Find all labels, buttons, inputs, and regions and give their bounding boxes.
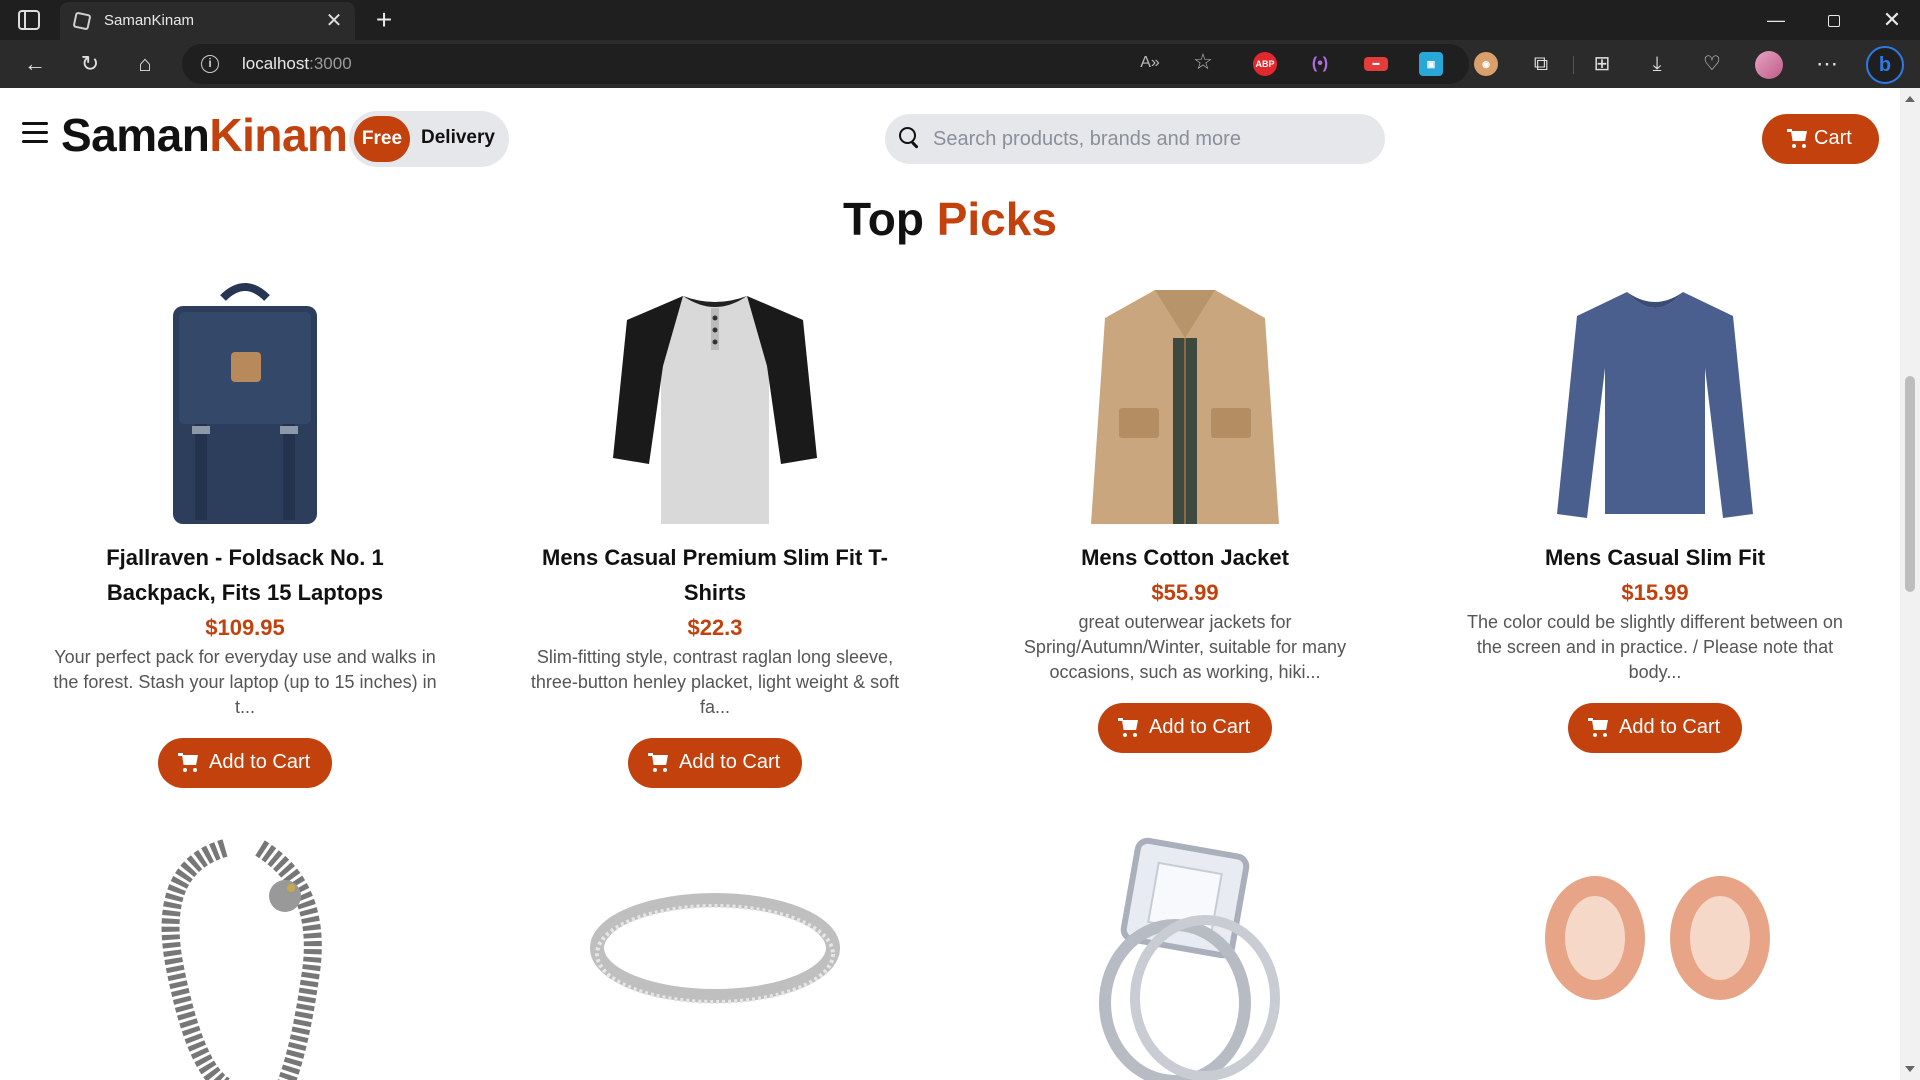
bracelet-image[interactable] [95, 828, 395, 1080]
product-title[interactable]: Mens Casual Premium Slim Fit T-Shirts [505, 540, 925, 610]
adblock-extension-icon[interactable]: ABP [1253, 52, 1277, 76]
cart-icon [1118, 718, 1140, 738]
scroll-down-arrow-icon[interactable] [1905, 1066, 1915, 1072]
browser-toolbar: ← ↻ ⌂ i localhost:3000 A» ☆ ABP (•) ▬ ▣ … [0, 40, 1920, 88]
extensions-puzzle-icon[interactable]: ⧉ [1525, 48, 1557, 80]
cart-button[interactable]: Cart [1762, 114, 1879, 164]
tab-favicon-icon [72, 11, 92, 31]
scrollbar-thumb[interactable] [1905, 376, 1915, 592]
performance-heart-icon[interactable]: ♡ [1696, 48, 1728, 80]
product-price: $22.3 [687, 615, 743, 640]
longsleeve-image[interactable] [1505, 278, 1805, 528]
tshirt-image[interactable] [565, 278, 865, 528]
product-title[interactable]: Mens Cotton Jacket [975, 540, 1395, 575]
extension-save-icon[interactable]: ▣ [1419, 52, 1443, 76]
extension-face-icon[interactable]: ◉ [1474, 52, 1498, 76]
new-tab-icon[interactable]: + [368, 4, 400, 36]
product-card: Mens Cotton Jacket $55.99 great outerwea… [975, 278, 1395, 758]
read-aloud-icon[interactable]: A» [1138, 54, 1162, 72]
collections-icon[interactable]: ⊞ [1586, 48, 1618, 80]
site-info-icon[interactable]: i [201, 55, 219, 73]
add-to-cart-label: Add to Cart [679, 751, 781, 773]
product-price: $109.95 [205, 615, 285, 640]
free-label: Free [354, 116, 410, 162]
product-price: $15.99 [1621, 580, 1689, 605]
tab-title: SamanKinam [104, 12, 195, 29]
add-to-cart-label: Add to Cart [209, 751, 311, 773]
product-description: Slim-fitting style, contrast raglan long… [530, 647, 900, 717]
reload-icon[interactable]: ↻ [72, 48, 108, 80]
home-icon[interactable]: ⌂ [127, 48, 163, 80]
product-title[interactable]: Mens Casual Slim Fit [1445, 540, 1865, 575]
silver-ring-image[interactable] [565, 828, 865, 1080]
backpack-image[interactable] [95, 278, 395, 528]
cart-icon [1588, 718, 1610, 738]
diamond-ring-image[interactable] [1035, 828, 1335, 1080]
back-icon[interactable]: ← [17, 48, 53, 80]
section-title-part1: Top [843, 193, 924, 245]
section-title: Top Picks [0, 192, 1900, 246]
browser-titlebar: SamanKinam ✕ + — ✕ [0, 0, 1920, 40]
product-card: Mens Casual Premium Slim Fit T-Shirts $2… [505, 278, 925, 793]
product-title[interactable]: Fjallraven - Foldsack No. 1 Backpack, Fi… [35, 540, 455, 610]
extension-red-icon[interactable]: ▬ [1364, 57, 1388, 71]
toolbar-divider [1573, 56, 1574, 74]
free-delivery-badge: Free Delivery [349, 111, 509, 167]
extension-wave-icon[interactable]: (•) [1308, 52, 1332, 76]
browser-tab[interactable]: SamanKinam ✕ [60, 2, 355, 40]
tab-close-icon[interactable]: ✕ [321, 8, 347, 34]
hamburger-menu-icon[interactable] [22, 122, 48, 144]
favorite-star-icon[interactable]: ☆ [1191, 49, 1215, 75]
page-scrollbar[interactable] [1900, 88, 1920, 1080]
minimize-icon[interactable]: — [1748, 0, 1804, 40]
search-bar [885, 114, 1385, 164]
downloads-icon[interactable]: ⤓ [1641, 48, 1673, 80]
more-options-icon[interactable]: ⋯ [1811, 48, 1843, 80]
product-card: Fjallraven - Foldsack No. 1 Backpack, Fi… [35, 278, 455, 793]
add-to-cart-button[interactable]: Add to Cart [628, 738, 802, 788]
url-text: localhost:3000 [242, 54, 352, 74]
add-to-cart-label: Add to Cart [1619, 716, 1721, 738]
add-to-cart-button[interactable]: Add to Cart [1098, 703, 1272, 753]
bing-copilot-icon[interactable]: b [1866, 46, 1904, 84]
window-close-icon[interactable]: ✕ [1864, 0, 1920, 40]
logo-part1: Saman [61, 109, 210, 161]
add-to-cart-label: Add to Cart [1149, 716, 1251, 738]
product-description: Your perfect pack for everyday use and w… [53, 647, 437, 717]
url-host: localhost [242, 54, 310, 73]
add-to-cart-button[interactable]: Add to Cart [1568, 703, 1742, 753]
jacket-image[interactable] [1035, 278, 1335, 528]
cart-icon [1787, 129, 1809, 149]
cart-label: Cart [1814, 127, 1852, 149]
product-card: Mens Casual Slim Fit $15.99 The color co… [1445, 278, 1865, 758]
add-to-cart-button[interactable]: Add to Cart [158, 738, 332, 788]
search-icon[interactable] [899, 127, 919, 147]
section-title-part2: Picks [936, 193, 1057, 245]
logo-part2: Kinam [209, 109, 348, 161]
scroll-up-arrow-icon[interactable] [1905, 96, 1915, 102]
restore-icon[interactable] [1806, 0, 1862, 40]
delivery-label: Delivery [421, 127, 495, 148]
search-input[interactable] [933, 114, 1373, 164]
cart-icon [178, 753, 200, 773]
product-description: great outerwear jackets for Spring/Autum… [1023, 612, 1347, 682]
profile-avatar[interactable] [1755, 51, 1783, 79]
tab-actions-icon[interactable] [18, 10, 40, 30]
site-logo[interactable]: SamanKinam [61, 108, 348, 162]
rose-gold-plugs-image[interactable] [1505, 828, 1805, 1080]
product-price: $55.99 [1151, 580, 1219, 605]
url-port: :3000 [309, 54, 352, 73]
page-content: SamanKinam Free Delivery Cart Top Picks … [0, 88, 1900, 1080]
cart-icon [648, 753, 670, 773]
product-description: The color could be slightly different be… [1467, 612, 1843, 682]
